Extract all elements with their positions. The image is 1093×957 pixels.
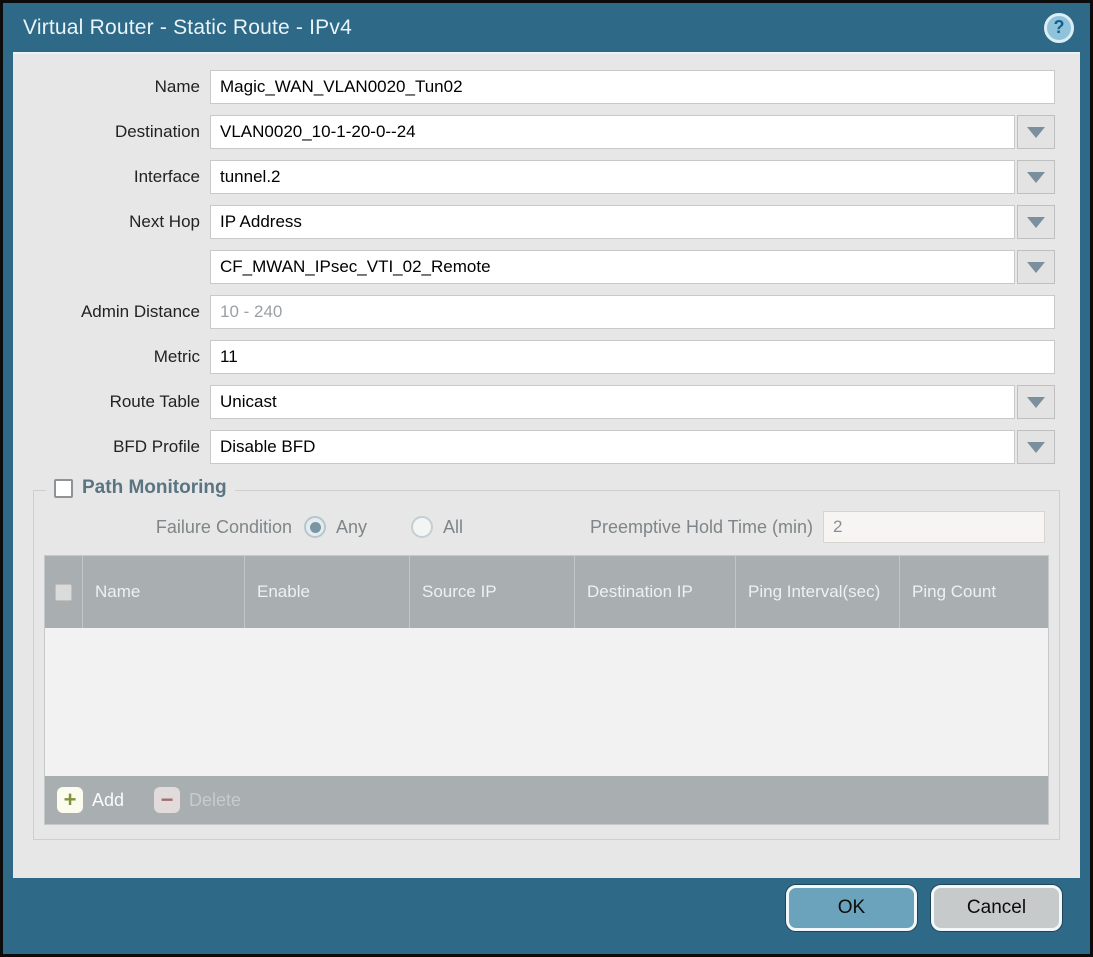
ok-button[interactable]: OK [786, 885, 917, 931]
path-monitoring-legend: Path Monitoring [46, 477, 235, 499]
metric-input[interactable] [210, 340, 1055, 374]
name-row: Name [13, 70, 1055, 104]
interface-dropdown-button[interactable] [1017, 160, 1055, 194]
table-footer-toolbar: + Add − Delete [45, 776, 1048, 824]
next-hop-row: Next Hop [13, 205, 1055, 239]
admin-distance-input[interactable] [210, 295, 1055, 329]
destination-input[interactable] [210, 115, 1015, 149]
route-table-label: Route Table [13, 392, 210, 412]
interface-input[interactable] [210, 160, 1015, 194]
admin-distance-row: Admin Distance [13, 295, 1055, 329]
next-hop-label: Next Hop [13, 212, 210, 232]
radio-any [304, 516, 326, 538]
bfd-profile-dropdown-button[interactable] [1017, 430, 1055, 464]
chevron-down-icon [1027, 442, 1045, 453]
plus-icon: + [57, 787, 83, 813]
column-header-ping-count: Ping Count [899, 556, 1048, 628]
dialog-title: Virtual Router - Static Route - IPv4 [23, 16, 1044, 40]
metric-label: Metric [13, 347, 210, 367]
chevron-down-icon [1027, 217, 1045, 228]
failure-condition-any-option: Any [304, 516, 367, 538]
chevron-down-icon [1027, 172, 1045, 183]
help-glyph: ? [1054, 17, 1065, 38]
next-hop-type-input[interactable] [210, 205, 1015, 239]
dialog-titlebar: Virtual Router - Static Route - IPv4 ? [3, 3, 1090, 52]
select-all-checkbox [55, 584, 72, 601]
preemptive-hold-time-input [823, 511, 1045, 543]
failure-condition-label: Failure Condition [42, 517, 292, 538]
column-header-ping-interval: Ping Interval(sec) [735, 556, 899, 628]
chevron-down-icon [1027, 127, 1045, 138]
interface-label: Interface [13, 167, 210, 187]
delete-button-label: Delete [189, 790, 241, 811]
delete-button: − Delete [154, 787, 241, 813]
destination-row: Destination [13, 115, 1055, 149]
next-hop-address-dropdown-button[interactable] [1017, 250, 1055, 284]
next-hop-address-row [13, 250, 1055, 284]
column-header-source-ip: Source IP [409, 556, 574, 628]
radio-any-label: Any [336, 517, 367, 538]
admin-distance-label: Admin Distance [13, 302, 210, 322]
add-button-label: Add [92, 790, 124, 811]
failure-condition-all-option: All [411, 516, 463, 538]
name-label: Name [13, 77, 210, 97]
path-monitoring-table: Name Enable Source IP Destination IP Pin… [44, 555, 1049, 825]
select-all-cell [45, 556, 82, 628]
column-header-enable: Enable [244, 556, 409, 628]
table-body-empty [45, 628, 1048, 776]
dialog-body: Name Destination Interface [13, 52, 1080, 878]
radio-all-label: All [443, 517, 463, 538]
table-header-row: Name Enable Source IP Destination IP Pin… [45, 556, 1048, 628]
minus-icon: − [154, 787, 180, 813]
cancel-button[interactable]: Cancel [931, 885, 1062, 931]
next-hop-type-dropdown-button[interactable] [1017, 205, 1055, 239]
column-header-destination-ip: Destination IP [574, 556, 735, 628]
chevron-down-icon [1027, 262, 1045, 273]
destination-label: Destination [13, 122, 210, 142]
route-table-dropdown-button[interactable] [1017, 385, 1055, 419]
bfd-profile-row: BFD Profile [13, 430, 1055, 464]
bfd-profile-label: BFD Profile [13, 437, 210, 457]
column-header-name: Name [82, 556, 244, 628]
next-hop-address-input[interactable] [210, 250, 1015, 284]
path-monitoring-section: Path Monitoring Failure Condition Any Al… [33, 490, 1060, 840]
metric-row: Metric [13, 340, 1055, 374]
route-table-row: Route Table [13, 385, 1055, 419]
radio-all [411, 516, 433, 538]
static-route-dialog: Virtual Router - Static Route - IPv4 ? N… [0, 0, 1093, 957]
route-table-input[interactable] [210, 385, 1015, 419]
add-button[interactable]: + Add [57, 787, 124, 813]
chevron-down-icon [1027, 397, 1045, 408]
help-icon[interactable]: ? [1044, 13, 1074, 43]
bfd-profile-input[interactable] [210, 430, 1015, 464]
static-route-form: Name Destination Interface [13, 54, 1080, 464]
name-input[interactable] [210, 70, 1055, 104]
path-monitoring-checkbox[interactable] [54, 479, 73, 498]
destination-dropdown-button[interactable] [1017, 115, 1055, 149]
interface-row: Interface [13, 160, 1055, 194]
dialog-footer: OK Cancel [3, 878, 1090, 931]
path-monitoring-title: Path Monitoring [82, 477, 227, 499]
preemptive-hold-time-label: Preemptive Hold Time (min) [590, 517, 813, 538]
failure-condition-row: Failure Condition Any All Preemptive Hol… [42, 511, 1045, 543]
